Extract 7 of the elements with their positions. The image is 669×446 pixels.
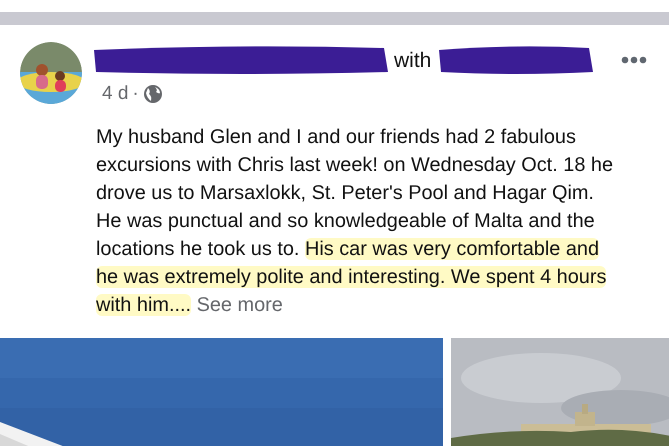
- see-more-link[interactable]: See more: [196, 294, 283, 316]
- globe-icon: [142, 84, 163, 104]
- more-options-icon[interactable]: [621, 56, 647, 64]
- post-time: 4 d: [102, 82, 128, 106]
- author-joiner-text: with: [394, 50, 432, 70]
- separator-dot: ·: [132, 82, 139, 106]
- post-text: My husband Glen and I and our friends had 2 fabulous excursions with Chris last week! on Wednesday Oct. 18 he drove us to Marsaxlokk, St. Peter's Pool and Hagar Qim. He was punctual and so knowledgeable of Malta and the locations he took us to. His car was very comfortable and he was extremely polite and interesting. We spent 4 hours with him.... See more: [95, 125, 614, 318]
